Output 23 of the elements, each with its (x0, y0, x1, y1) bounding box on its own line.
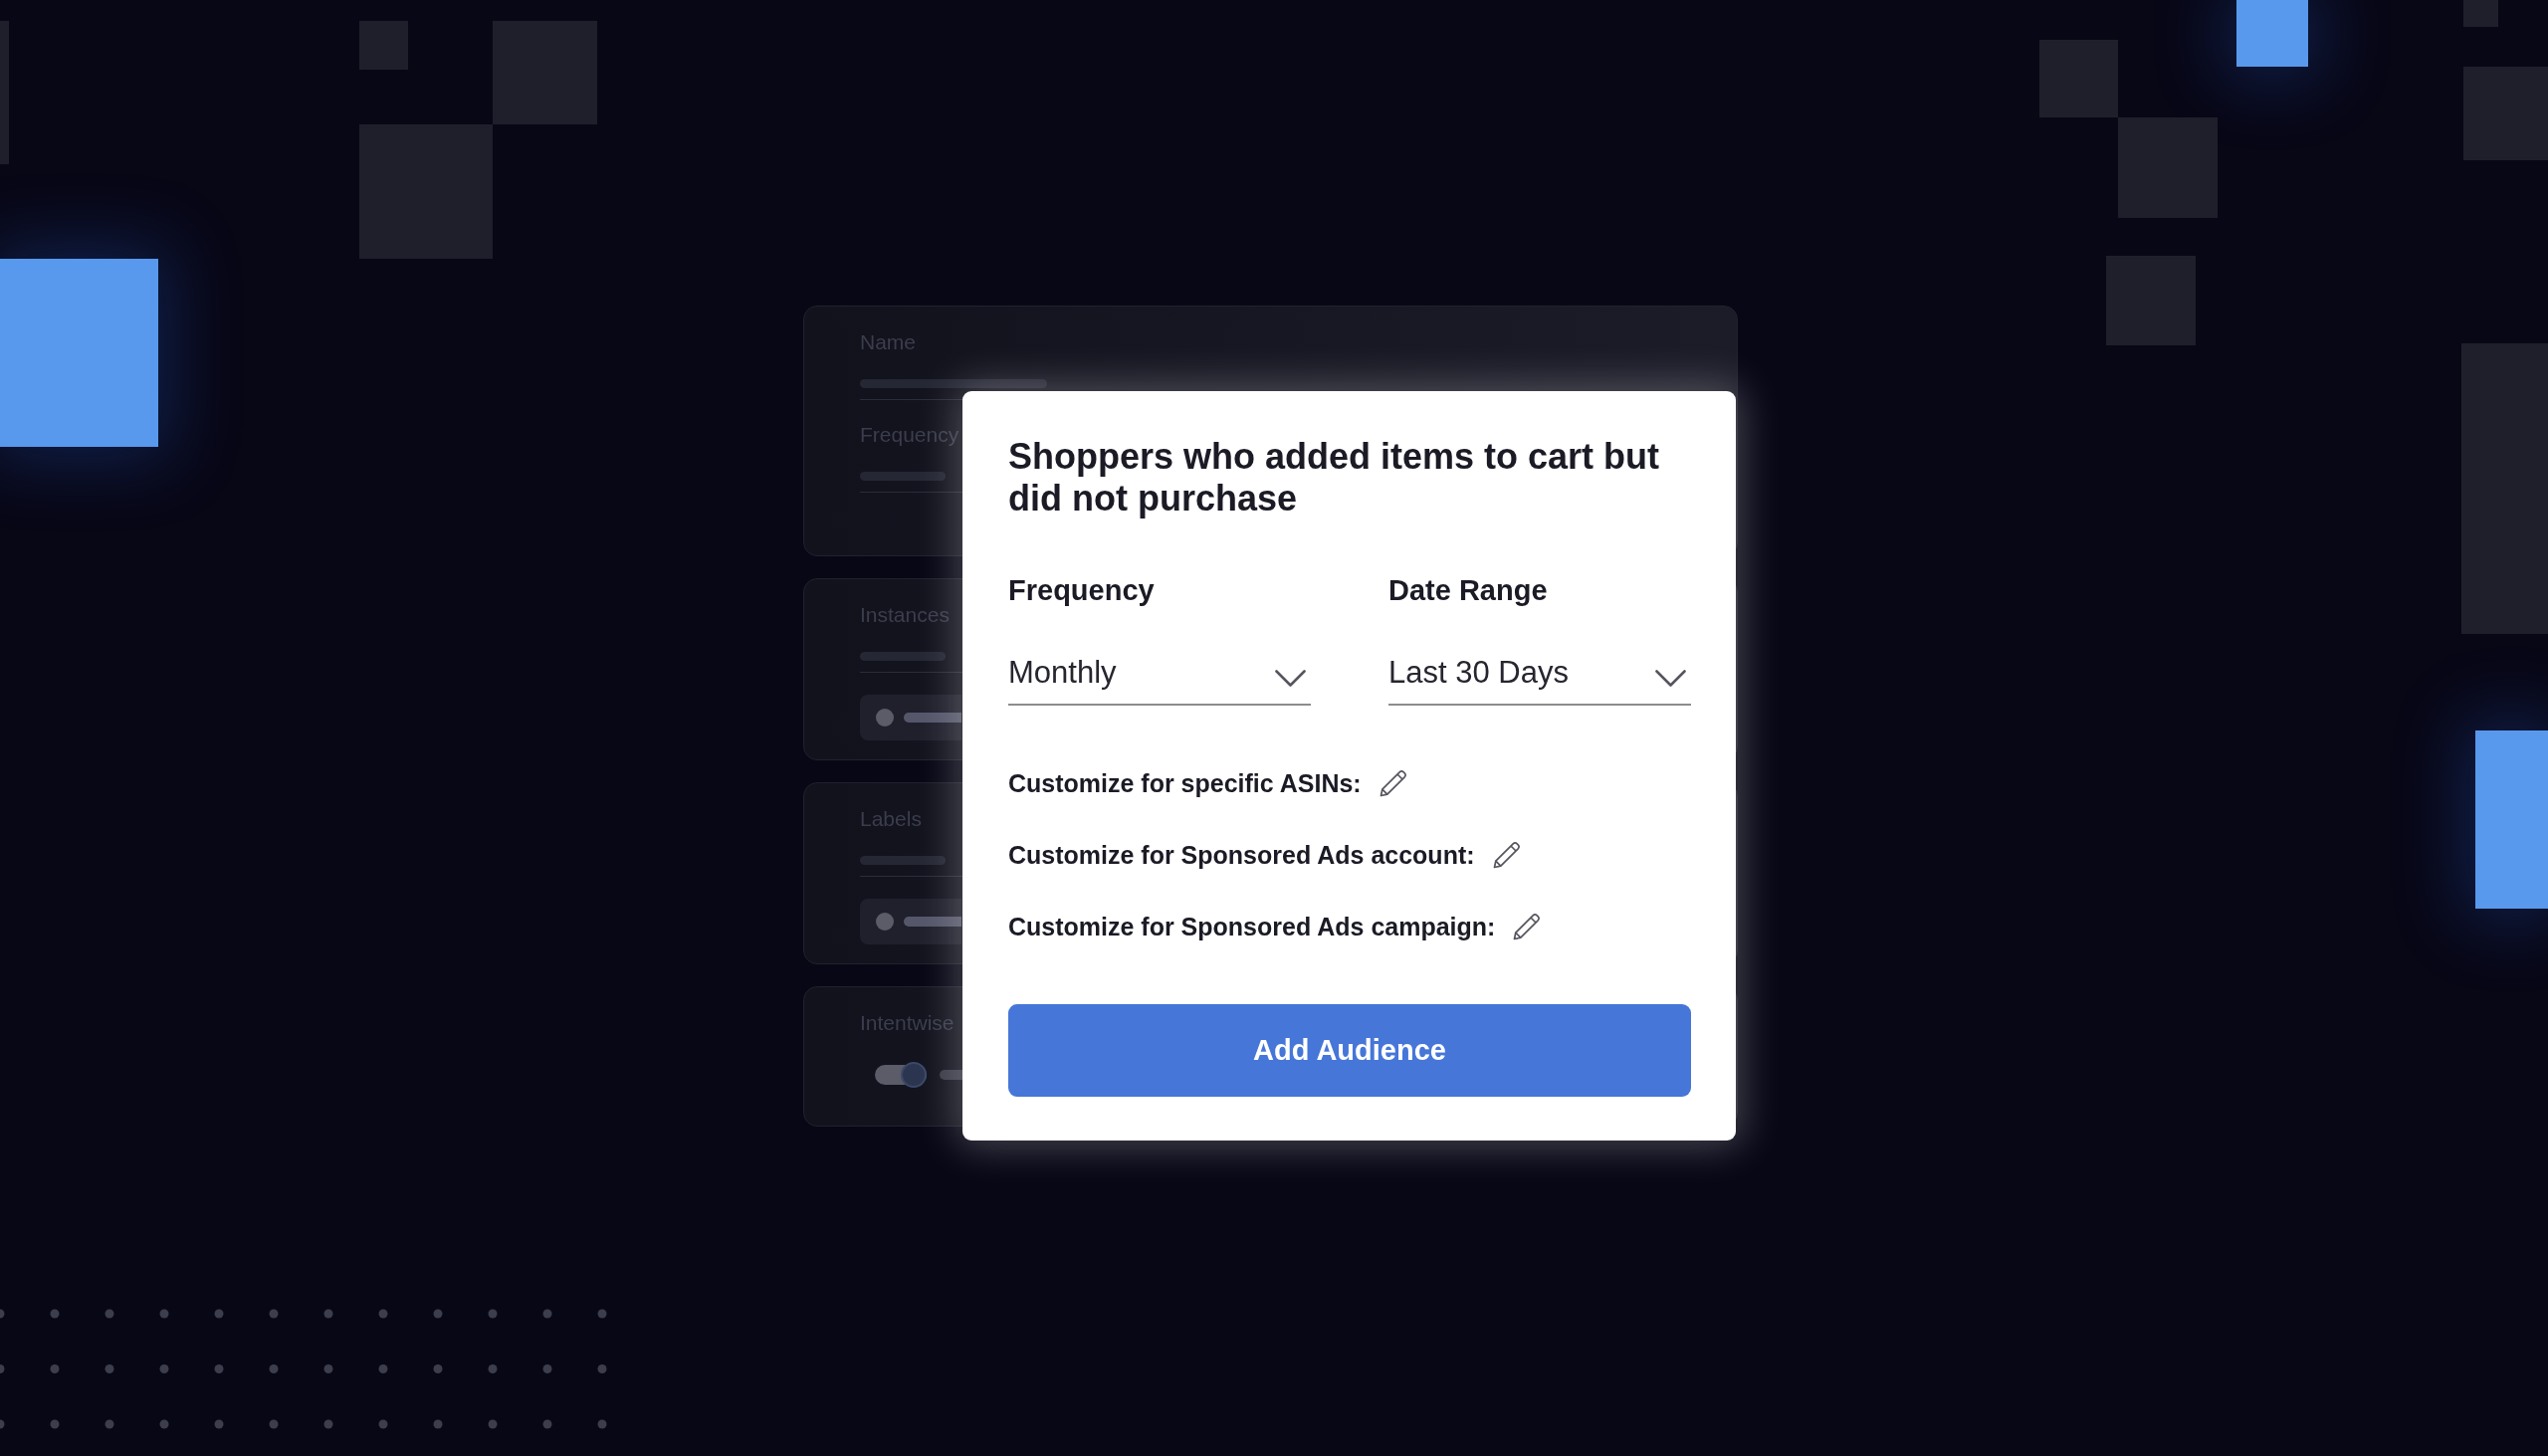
placeholder-line (904, 713, 961, 723)
add-audience-button[interactable]: Add Audience (1008, 1004, 1691, 1097)
decor-square (359, 21, 408, 70)
dialog-title: Shoppers who added items to cart but did not purchase (1008, 436, 1661, 520)
dropdown[interactable]: Last 30 Days (1388, 653, 1691, 706)
pencil-icon[interactable] (1491, 840, 1521, 870)
field-label: Date Range (1388, 573, 1548, 608)
dropdown[interactable]: Monthly (1008, 653, 1311, 706)
option-label: Customize for Sponsored Ads account: (1008, 840, 1475, 871)
placeholder-line (940, 1070, 963, 1080)
pencil-icon[interactable] (1512, 912, 1542, 941)
decor-square (2463, 0, 2498, 27)
chevron-down-icon (1655, 669, 1686, 687)
chevron-down-icon (1275, 669, 1306, 687)
dot-icon (876, 913, 894, 931)
toggle-switch[interactable] (875, 1062, 927, 1088)
field-label: Frequency (1008, 573, 1155, 608)
option-label: Customize for Sponsored Ads campaign: (1008, 912, 1496, 942)
dot-icon (876, 709, 894, 727)
decor-square (2236, 0, 2308, 67)
option-label: Customize for specific ASINs: (1008, 768, 1362, 799)
placeholder-line (904, 917, 961, 927)
pencil-icon[interactable] (1378, 768, 1407, 798)
